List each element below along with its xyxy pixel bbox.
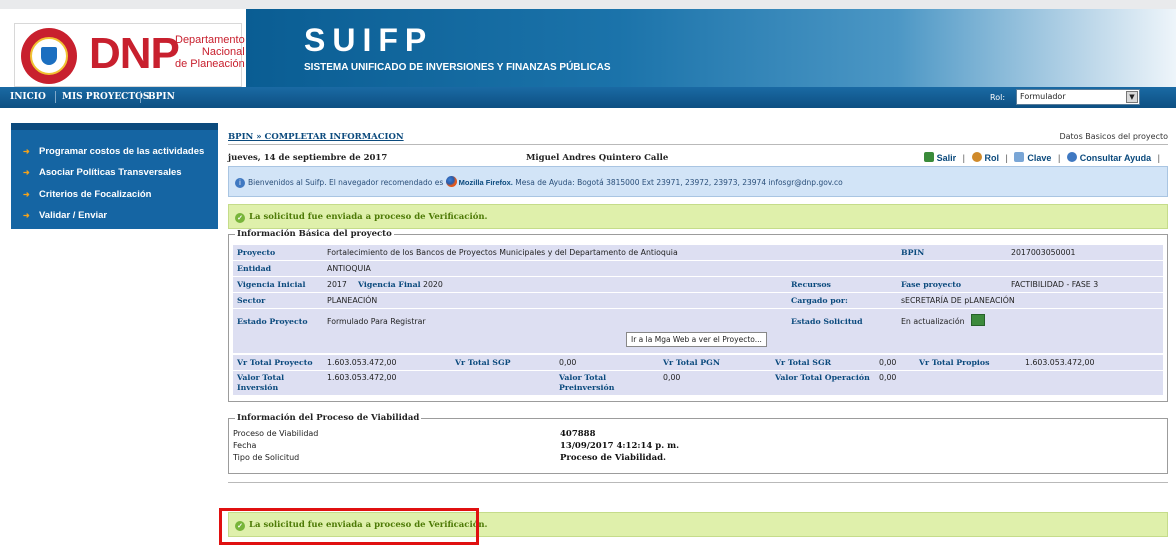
proyecto-value: Fortalecimiento de los Bancos de Proyect… xyxy=(327,248,678,257)
basic-info-fieldset: Información Básica del proyecto Proyecto… xyxy=(228,229,1168,402)
arrow-right-icon: ➜ xyxy=(23,211,30,220)
nav-item-inicio[interactable]: INICIO xyxy=(10,92,46,102)
nav-item-bpin[interactable]: BPIN xyxy=(148,92,175,102)
salir-link[interactable]: Salir xyxy=(923,152,956,163)
colombia-seal-icon xyxy=(21,28,77,84)
excel-export-icon[interactable] xyxy=(971,314,985,326)
row-totales: Vr Total Proyecto 1.603.053.472,00 Vr To… xyxy=(233,355,1163,370)
success-message: ✓ La solicitud fue enviada a proceso de V… xyxy=(228,204,1168,229)
arrow-right-icon: ➜ xyxy=(23,190,30,199)
nav-item-mis-proyectos[interactable]: MIS PROYECTOS xyxy=(62,92,149,102)
user-role-icon xyxy=(971,152,982,162)
bpin-value: 2017003050001 xyxy=(1011,248,1076,257)
info-banner: i Bienvenidos al Suifp. El navegador reco… xyxy=(228,166,1168,197)
estado-value: Formulado Para Registrar xyxy=(327,317,426,326)
help-icon xyxy=(1066,152,1077,162)
top-links: Salir | Rol | Clave | Consultar Ayuda | xyxy=(923,152,1164,163)
breadcrumb[interactable]: BPIN » COMPLETAR INFORMACION xyxy=(228,132,404,142)
rol-select[interactable]: Formulador ▼ xyxy=(1016,89,1140,105)
fase-value: FACTIBILIDAD - FASE 3 xyxy=(1011,280,1099,289)
sidebar-item-focalizacion[interactable]: ➜ Criterios de Focalización xyxy=(11,185,218,205)
rol-select-value: Formulador xyxy=(1020,92,1066,101)
highlight-box xyxy=(219,508,479,545)
top-strip xyxy=(0,0,1176,9)
user-name: Miguel Andres Quintero Calle xyxy=(526,153,669,163)
row-sector: Sector PLANEACIÓN Cargado por: sECRETARÍ… xyxy=(233,293,1163,308)
key-icon xyxy=(1014,152,1025,162)
suifp-title: SUIFP xyxy=(304,22,434,58)
row-valores: Valor Total Inversión 1.603.053.472,00 Va… xyxy=(233,371,1163,395)
main-navbar: INICIO MIS PROYECTOS BPIN Rol: Formulado… xyxy=(0,87,1176,108)
dnp-logo-text: DNP xyxy=(89,29,180,78)
sidebar-item-validar[interactable]: ➜ Validar / Enviar xyxy=(11,206,218,226)
cargado-value: sECRETARÍA DE pLANEACIÓN xyxy=(901,296,1015,305)
row-vigencia: Vigencia Inicial 2017 Vigencia Final 202… xyxy=(233,277,1163,292)
firefox-icon xyxy=(445,176,457,187)
sidebar-item-programar-costos[interactable]: ➜ Programar costos de las actividades xyxy=(11,142,218,162)
suifp-subtitle: SISTEMA UNIFICADO DE INVERSIONES Y FINAN… xyxy=(304,62,611,73)
entidad-value: ANTIOQUIA xyxy=(327,264,371,273)
basic-info-legend: Información Básica del proyecto xyxy=(235,229,394,239)
viability-legend: Información del Proceso de Viabilidad xyxy=(235,413,422,423)
clave-link[interactable]: Clave xyxy=(1014,152,1051,163)
viability-fieldset: Información del Proceso de Viabilidad Pr… xyxy=(228,413,1168,474)
row-proyecto: Proyecto Fortalecimiento de los Bancos d… xyxy=(233,245,1163,260)
sidebar-item-politicas[interactable]: ➜ Asociar Políticas Transversales xyxy=(11,163,218,183)
estado-solicitud-value: En actualización xyxy=(901,317,965,326)
info-icon: i xyxy=(235,178,245,188)
tipo-solicitud-value: Proceso de Viabilidad. xyxy=(560,453,667,463)
fecha-value: 13/09/2017 4:12:14 p. m. xyxy=(560,441,680,451)
current-date: jueves, 14 de septiembre de 2017 xyxy=(228,153,388,163)
suifp-banner: SUIFP SISTEMA UNIFICADO DE INVERSIONES Y… xyxy=(246,9,1176,87)
exit-icon xyxy=(923,152,934,162)
check-icon: ✓ xyxy=(235,213,245,223)
arrow-right-icon: ➜ xyxy=(23,168,30,177)
proceso-viabilidad-value: 407888 xyxy=(560,429,596,439)
mga-web-button[interactable]: Ir a la Mga Web a ver el Proyecto... xyxy=(626,332,767,347)
sidebar: ➜ Programar costos de las actividades ➜ As… xyxy=(11,123,218,229)
dnp-logo-subtitle: Departamento Nacional de Planeación xyxy=(175,34,245,70)
arrow-right-icon: ➜ xyxy=(23,147,30,156)
row-entidad: Entidad ANTIOQUIA xyxy=(233,261,1163,276)
sector-value: PLANEACIÓN xyxy=(327,296,378,305)
vigencia-final-value: 2020 xyxy=(423,280,443,289)
rol-label: Rol: xyxy=(990,93,1006,102)
section-title: Datos Basicos del proyecto xyxy=(1059,132,1168,141)
ayuda-link[interactable]: Consultar Ayuda xyxy=(1066,152,1151,163)
vigencia-inicial-value: 2017 xyxy=(327,280,347,289)
dropdown-arrow-icon[interactable]: ▼ xyxy=(1126,91,1138,103)
rol-link[interactable]: Rol xyxy=(971,152,999,163)
dnp-logo[interactable]: DNP Departamento Nacional de Planeación xyxy=(14,23,245,87)
